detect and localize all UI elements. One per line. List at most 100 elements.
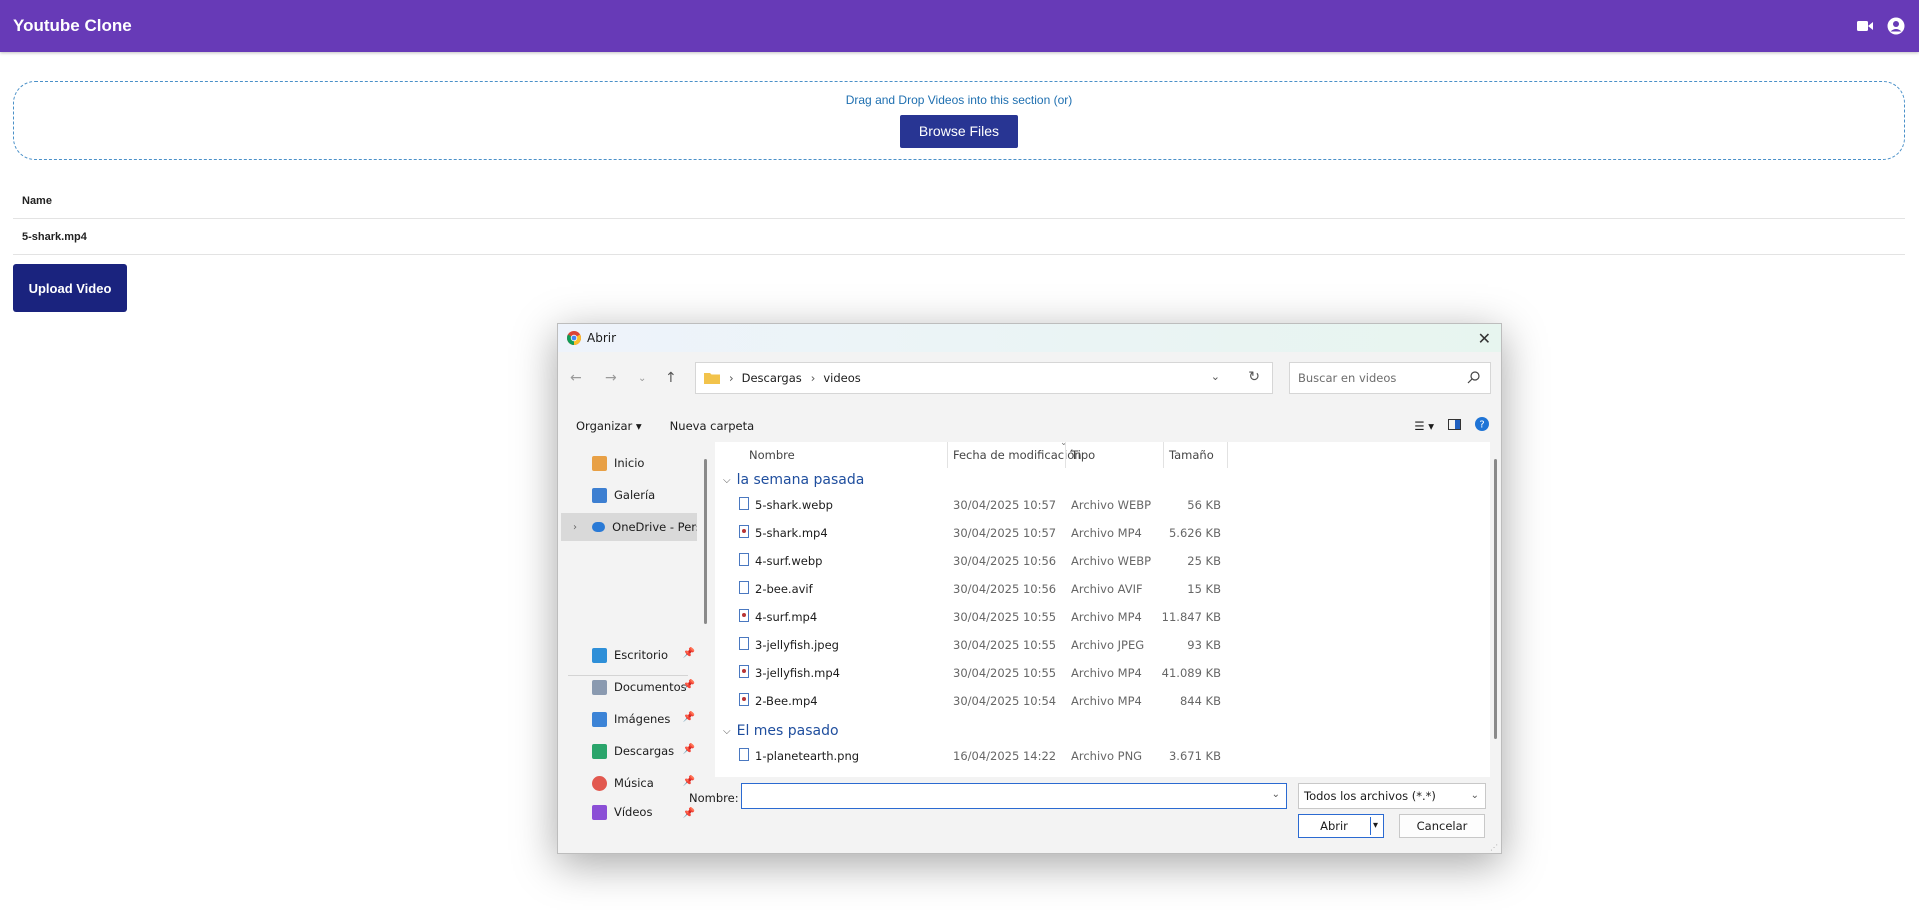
gallery-icon bbox=[592, 487, 607, 503]
search-input[interactable]: Buscar en videos bbox=[1289, 362, 1491, 394]
chevron-down-icon: ⌄ bbox=[1470, 790, 1479, 801]
organize-menu[interactable]: Organizar ▾ bbox=[576, 419, 642, 433]
image-file-icon bbox=[739, 553, 749, 566]
breadcrumb-separator-icon: › bbox=[810, 371, 816, 385]
search-icon bbox=[1467, 371, 1480, 384]
image-file-icon bbox=[739, 637, 749, 650]
image-file-icon bbox=[739, 497, 749, 510]
column-divider[interactable] bbox=[947, 442, 948, 468]
video-file-icon bbox=[739, 525, 749, 538]
collapse-chevron-icon[interactable]: ⌵ bbox=[723, 475, 731, 486]
chrome-icon bbox=[567, 331, 581, 345]
chevron-down-icon[interactable]: ⌄ bbox=[1272, 789, 1280, 800]
home-icon bbox=[592, 455, 607, 471]
filename-input[interactable]: ⌄ bbox=[741, 783, 1287, 809]
video-camera-icon[interactable] bbox=[1857, 20, 1873, 32]
file-row[interactable]: 3-jellyfish.jpeg 30/04/2025 10:55 Archiv… bbox=[715, 631, 1475, 659]
desktop-icon bbox=[592, 647, 607, 663]
column-header-name[interactable]: Nombre bbox=[749, 442, 795, 468]
pin-icon: 📌 bbox=[682, 680, 695, 691]
refresh-icon[interactable]: ↻ bbox=[1248, 369, 1260, 385]
file-row[interactable]: 4-surf.mp4 30/04/2025 10:55 Archivo MP4 … bbox=[715, 603, 1475, 631]
file-row[interactable]: 2-bee.avif 30/04/2025 10:56 Archivo AVIF… bbox=[715, 575, 1475, 603]
file-row[interactable]: 5-shark.webp 30/04/2025 10:57 Archivo WE… bbox=[715, 491, 1475, 519]
video-file-icon bbox=[739, 609, 749, 622]
pictures-icon bbox=[592, 711, 607, 727]
column-divider[interactable] bbox=[1065, 442, 1066, 468]
up-arrow-icon[interactable]: ↑ bbox=[665, 370, 677, 386]
pin-icon: 📌 bbox=[682, 712, 695, 723]
app-header: Youtube Clone bbox=[0, 0, 1919, 52]
navigation-bar: ← → ⌄ ↑ › Descargas › videos ⌄ ↻ Buscar … bbox=[558, 362, 1501, 394]
image-file-icon bbox=[739, 581, 749, 594]
open-options-dropdown-icon[interactable]: ▾ bbox=[1373, 815, 1378, 837]
pin-icon: 📌 bbox=[682, 744, 695, 755]
video-dropzone[interactable]: Drag and Drop Videos into this section (… bbox=[13, 81, 1905, 160]
file-row[interactable]: 1-planetearth.png 16/04/2025 14:22 Archi… bbox=[715, 742, 1475, 770]
open-button[interactable]: Abrir ▾ bbox=[1298, 814, 1384, 838]
column-divider[interactable] bbox=[1227, 442, 1228, 468]
search-placeholder: Buscar en videos bbox=[1298, 371, 1397, 385]
nav-item-descargas[interactable]: Descargas 📌 bbox=[561, 737, 697, 765]
navigation-pane: Inicio Galería › OneDrive - Perso Escrit… bbox=[558, 442, 708, 820]
preview-pane-icon[interactable] bbox=[1448, 418, 1461, 433]
upload-video-button[interactable]: Upload Video bbox=[13, 264, 127, 312]
collapse-chevron-icon[interactable]: ⌵ bbox=[723, 726, 731, 737]
address-bar[interactable]: › Descargas › videos ⌄ ↻ bbox=[695, 362, 1273, 394]
pin-icon: 📌 bbox=[682, 648, 695, 659]
svg-text:?: ? bbox=[1479, 420, 1484, 431]
file-row[interactable]: 2-Bee.mp4 30/04/2025 10:54 Archivo MP4 8… bbox=[715, 687, 1475, 715]
navigation-scrollbar[interactable] bbox=[704, 459, 707, 624]
file-list: Nombre Fecha de modificación ⌄ Tipo Tama… bbox=[715, 438, 1490, 777]
group-header[interactable]: ⌵ la semana pasada bbox=[723, 472, 864, 488]
folder-icon bbox=[704, 373, 720, 384]
image-file-icon bbox=[739, 748, 749, 761]
file-type-select[interactable]: Todos los archivos (*.*) ⌄ bbox=[1298, 783, 1486, 809]
resize-grip-icon[interactable]: ⋰ bbox=[1490, 843, 1498, 852]
video-file-icon bbox=[739, 693, 749, 706]
browse-files-button[interactable]: Browse Files bbox=[899, 115, 1019, 148]
nav-item-documentos[interactable]: Documentos 📌 bbox=[561, 673, 697, 701]
expand-chevron-icon[interactable]: › bbox=[573, 522, 577, 533]
table-row: 5-shark.mp4 bbox=[13, 219, 1905, 255]
filename-label: Nombre: bbox=[689, 791, 739, 805]
column-header-type[interactable]: Tipo bbox=[1071, 442, 1095, 468]
nav-item-onedrive[interactable]: › OneDrive - Perso bbox=[561, 513, 697, 541]
breadcrumb-descargas[interactable]: Descargas bbox=[742, 371, 802, 385]
sort-indicator-icon: ⌄ bbox=[1060, 438, 1068, 448]
recent-locations-chevron-icon[interactable]: ⌄ bbox=[638, 373, 646, 384]
dialog-toolbar: Organizar ▾ Nueva carpeta ☰ ▾ ? bbox=[558, 414, 1501, 438]
help-icon[interactable]: ? bbox=[1475, 417, 1489, 434]
group-header[interactable]: ⌵ El mes pasado bbox=[723, 723, 839, 739]
column-divider[interactable] bbox=[1163, 442, 1164, 468]
documents-icon bbox=[592, 679, 607, 695]
dialog-footer: Nombre: ⌄ Todos los archivos (*.*) ⌄ Abr… bbox=[558, 777, 1501, 855]
dialog-titlebar[interactable]: Abrir ✕ bbox=[558, 324, 1501, 352]
breadcrumb-videos[interactable]: videos bbox=[823, 371, 860, 385]
nav-item-inicio[interactable]: Inicio bbox=[561, 449, 697, 477]
file-row[interactable]: 3-jellyfish.mp4 30/04/2025 10:55 Archivo… bbox=[715, 659, 1475, 687]
selected-files-table: Name 5-shark.mp4 bbox=[13, 183, 1905, 255]
column-header-size[interactable]: Tamaño bbox=[1169, 442, 1214, 468]
table-header: Name bbox=[13, 183, 1905, 219]
cancel-button[interactable]: Cancelar bbox=[1399, 814, 1485, 838]
onedrive-cloud-icon bbox=[592, 522, 606, 532]
file-list-scrollbar[interactable] bbox=[1494, 459, 1497, 739]
nav-item-galeria[interactable]: Galería bbox=[561, 481, 697, 509]
file-row[interactable]: 5-shark.mp4 30/04/2025 10:57 Archivo MP4… bbox=[715, 519, 1475, 547]
nav-item-escritorio[interactable]: Escritorio 📌 bbox=[561, 641, 697, 669]
downloads-icon bbox=[592, 743, 607, 759]
app-title: Youtube Clone bbox=[13, 16, 132, 35]
account-circle-icon[interactable] bbox=[1887, 17, 1905, 35]
file-row[interactable]: 4-surf.webp 30/04/2025 10:56 Archivo WEB… bbox=[715, 547, 1475, 575]
back-arrow-icon[interactable]: ← bbox=[570, 370, 582, 386]
view-options-icon[interactable]: ☰ ▾ bbox=[1414, 419, 1434, 433]
close-icon[interactable]: ✕ bbox=[1478, 329, 1491, 348]
forward-arrow-icon[interactable]: → bbox=[605, 370, 617, 386]
dropzone-hint: Drag and Drop Videos into this section (… bbox=[845, 93, 1073, 107]
new-folder-button[interactable]: Nueva carpeta bbox=[670, 419, 755, 433]
nav-item-imagenes[interactable]: Imágenes 📌 bbox=[561, 705, 697, 733]
address-dropdown-icon[interactable]: ⌄ bbox=[1211, 370, 1220, 383]
breadcrumb-separator-icon: › bbox=[729, 371, 734, 385]
open-file-dialog: Abrir ✕ ← → ⌄ ↑ › Descargas › videos ⌄ ↻… bbox=[557, 323, 1502, 854]
